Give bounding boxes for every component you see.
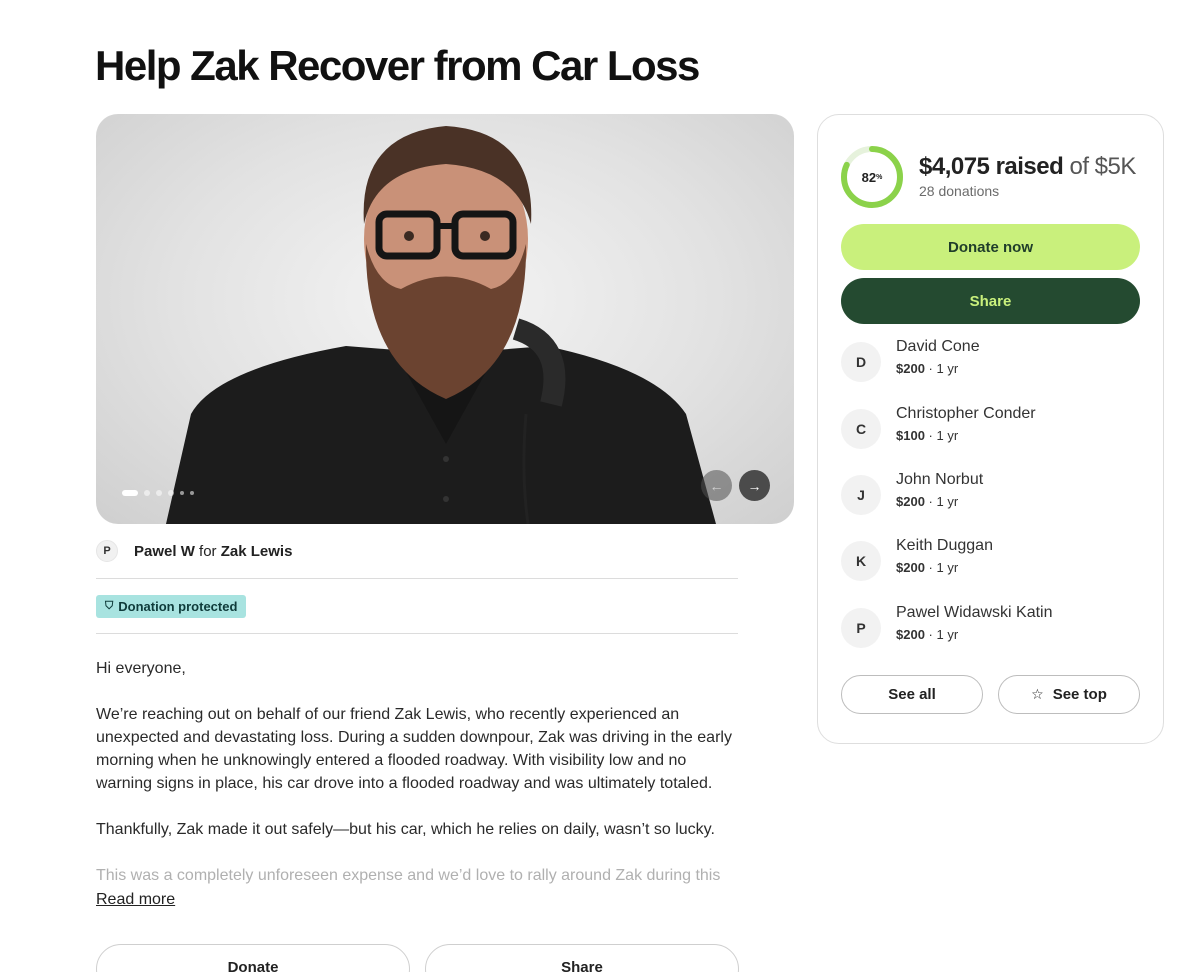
story-paragraph-faded: This was a completely unforeseen expense… xyxy=(96,867,721,884)
gallery-dot[interactable] xyxy=(190,491,194,495)
donor-amount: $200 xyxy=(896,627,925,642)
raised-amount: $4,075 raised xyxy=(919,153,1064,180)
gallery-dot-active[interactable] xyxy=(122,490,138,496)
share-button[interactable]: Share xyxy=(841,278,1140,324)
shield-icon: ⛉ xyxy=(105,600,114,612)
organizer-name[interactable]: Pawel W xyxy=(134,543,195,560)
donor-avatar: J xyxy=(841,475,881,515)
goal-amount: of $5K xyxy=(1069,153,1136,180)
donor-row[interactable]: D David Cone $200 · 1 yr xyxy=(841,338,1141,382)
donor-name: David Cone xyxy=(896,338,980,355)
gallery-prev-button[interactable]: ← xyxy=(701,470,732,501)
donor-time: 1 yr xyxy=(936,494,959,509)
donate-button-bottom[interactable]: Donate xyxy=(96,944,410,972)
donor-row[interactable]: C Christopher Conder $100 · 1 yr xyxy=(841,405,1141,449)
donor-meta: $200 · 1 yr xyxy=(896,560,959,575)
amount-raised: $4,075 raised of $5K xyxy=(919,153,1136,181)
donor-name: Keith Duggan xyxy=(896,537,993,554)
donor-avatar: P xyxy=(841,608,881,648)
gallery-dot[interactable] xyxy=(144,490,150,496)
arrow-left-icon: ← xyxy=(709,477,724,494)
story-text: Hi everyone, We’re reaching out on behal… xyxy=(96,657,746,887)
see-top-button[interactable]: ☆ See top xyxy=(998,675,1140,714)
donor-avatar: D xyxy=(841,342,881,382)
donor-name: Christopher Conder xyxy=(896,405,1036,422)
donor-amount: $100 xyxy=(896,428,925,443)
donor-row[interactable]: J John Norbut $200 · 1 yr xyxy=(841,471,1141,515)
donation-count: 28 donations xyxy=(919,183,1000,199)
percent-sign: % xyxy=(876,173,883,181)
donate-now-button[interactable]: Donate now xyxy=(841,224,1140,270)
gallery-dot[interactable] xyxy=(156,490,162,496)
story-paragraph: Thankfully, Zak made it out safely—but h… xyxy=(96,821,715,838)
progress-percent: 82% xyxy=(840,145,904,209)
donor-time: 1 yr xyxy=(936,627,959,642)
story-paragraph: Hi everyone, xyxy=(96,660,186,677)
see-top-label: See top xyxy=(1052,686,1107,703)
gallery-dot[interactable] xyxy=(168,490,174,496)
donor-time: 1 yr xyxy=(936,428,959,443)
donation-protected-badge[interactable]: ⛉ Donation protected xyxy=(96,595,247,618)
donor-avatar: C xyxy=(841,409,881,449)
donor-meta: $100 · 1 yr xyxy=(896,428,959,443)
progress-percent-value: 82 xyxy=(861,169,877,185)
see-all-button[interactable]: See all xyxy=(841,675,983,714)
see-all-label: See all xyxy=(888,686,936,703)
read-more-link[interactable]: Read more xyxy=(96,891,175,909)
donor-avatar: K xyxy=(841,541,881,581)
organizer-connector: for xyxy=(199,542,217,560)
donor-meta: $200 · 1 yr xyxy=(896,627,959,642)
divider xyxy=(96,633,738,634)
beneficiary-name[interactable]: Zak Lewis xyxy=(221,543,293,560)
divider xyxy=(96,578,738,579)
donor-name: Pawel Widawski Katin xyxy=(896,604,1053,621)
share-button-bottom[interactable]: Share xyxy=(425,944,739,972)
gallery-next-button[interactable]: → xyxy=(739,470,770,501)
story-paragraph: We’re reaching out on behalf of our frie… xyxy=(96,706,732,792)
page-title: Help Zak Recover from Car Loss xyxy=(95,42,700,89)
organizer-avatar: P xyxy=(96,540,118,562)
star-icon: ☆ xyxy=(1031,686,1044,702)
donor-time: 1 yr xyxy=(936,361,959,376)
donor-time: 1 yr xyxy=(936,560,959,575)
gallery-dots[interactable] xyxy=(122,490,194,496)
donor-row[interactable]: P Pawel Widawski Katin $200 · 1 yr xyxy=(841,604,1141,648)
donor-row[interactable]: K Keith Duggan $200 · 1 yr xyxy=(841,537,1141,581)
arrow-right-icon: → xyxy=(747,477,762,494)
donor-amount: $200 xyxy=(896,494,925,509)
badge-label: Donation protected xyxy=(118,599,238,614)
donor-amount: $200 xyxy=(896,560,925,575)
hero-photo xyxy=(166,126,716,524)
donor-name: John Norbut xyxy=(896,471,984,488)
donor-amount: $200 xyxy=(896,361,925,376)
hero-image-gallery[interactable]: ← → xyxy=(96,114,794,524)
donation-card: 82% $4,075 raised of $5K 28 donations Do… xyxy=(817,114,1164,744)
gallery-dot[interactable] xyxy=(180,491,184,495)
donor-meta: $200 · 1 yr xyxy=(896,361,959,376)
donor-meta: $200 · 1 yr xyxy=(896,494,959,509)
organizer-line: P Pawel W for Zak Lewis xyxy=(96,540,292,562)
